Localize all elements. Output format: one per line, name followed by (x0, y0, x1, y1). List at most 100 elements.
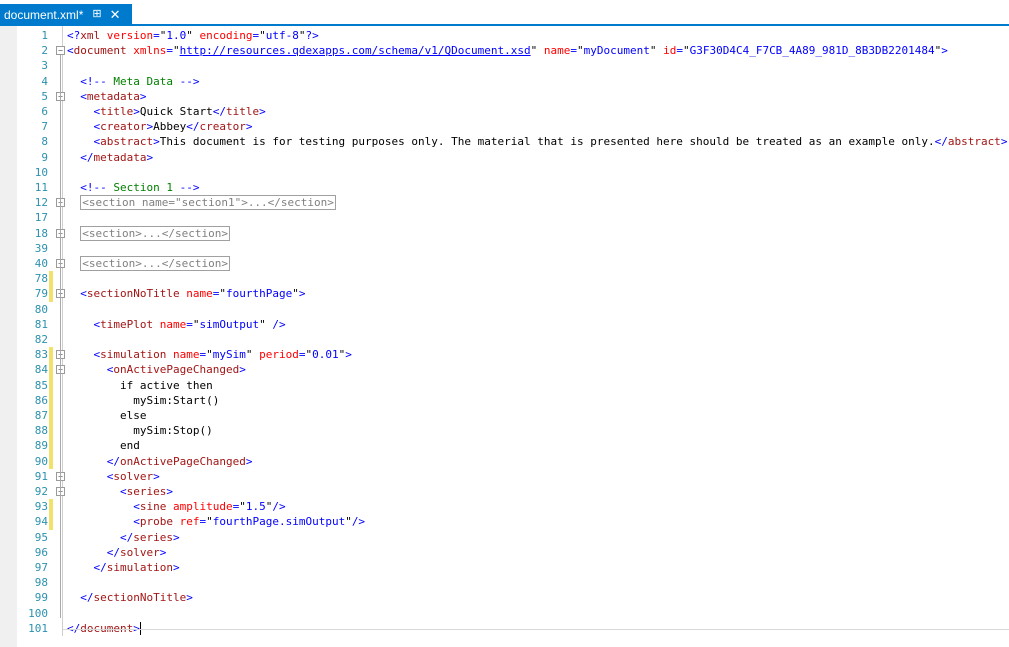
code-line[interactable]: 83− <simulation name="mySim" period="0.0… (0, 347, 1009, 363)
collapsed-region[interactable]: <section>...</section> (80, 225, 230, 241)
line-number: 39 (34, 241, 48, 255)
line-number: 85 (34, 378, 48, 392)
code-line[interactable]: 7 <creator>Abbey</creator> (0, 119, 1009, 134)
code-line[interactable]: 39 (0, 241, 1009, 256)
code-line[interactable]: 10 (0, 165, 1009, 180)
code-token: </ (186, 120, 200, 134)
code-token: metadata (86, 89, 140, 103)
code-token: > (298, 287, 306, 301)
collapsed-region[interactable]: <section name="section1">...</section> (80, 195, 336, 211)
code-token: /> (351, 515, 366, 529)
code-line[interactable]: 11 <!-- Section 1 --> (0, 180, 1009, 195)
line-number: 40 (34, 257, 48, 270)
code-line[interactable]: 94 <probe ref="fourthPage.simOutput"/> (0, 514, 1009, 530)
code-line[interactable]: 84− <onActivePageChanged> (0, 362, 1009, 378)
code-token: simulation (100, 348, 167, 362)
collapse-icon[interactable]: − (56, 46, 65, 56)
line-number: 1 (41, 29, 48, 42)
code-line[interactable]: 99 </sectionNoTitle> (0, 590, 1009, 605)
code-line[interactable]: 4 <!-- Meta Data --> (0, 74, 1009, 89)
change-marker (49, 453, 53, 469)
line-number: 79 (34, 287, 48, 301)
pin-icon[interactable]: ⊞ (92, 9, 101, 20)
code-line[interactable]: 12+ <section name="section1">...</sectio… (0, 195, 1009, 211)
code-line[interactable]: 81 <timePlot name="simOutput" /> (0, 317, 1009, 332)
code-token: abstract (947, 135, 1001, 149)
code-line[interactable]: 87 else (0, 408, 1009, 424)
code-token: " (186, 29, 193, 42)
code-line[interactable]: 1 <?xml version="1.0" encoding="utf-8"?> (0, 28, 1009, 43)
code-line[interactable]: 82 (0, 332, 1009, 347)
code-token: > (172, 530, 180, 544)
code-text: <metadata> (67, 89, 146, 104)
line-number: 17 (34, 211, 48, 225)
code-line[interactable]: 40+ <section>...</section> (0, 256, 1009, 271)
code-token: " (172, 44, 180, 58)
code-token: < (80, 89, 87, 103)
code-text: <sine amplitude="1.5"/> (67, 499, 285, 514)
code-text: <sectionNoTitle name="fourthPage"> (67, 286, 305, 301)
change-marker (49, 514, 53, 530)
code-line[interactable]: 85 if active then (0, 377, 1009, 393)
code-line[interactable]: 89 end (0, 438, 1009, 454)
code-token: 0.01 (312, 348, 339, 362)
code-text: <onActivePageChanged> (67, 362, 246, 377)
code-token: </ (80, 150, 94, 164)
code-line[interactable]: 9 </metadata> (0, 150, 1009, 165)
code-line[interactable]: 88 mySim:Stop() (0, 423, 1009, 439)
code-token: This document is for testing purposes on… (159, 135, 935, 149)
collapsed-region[interactable]: <section>...</section> (80, 256, 230, 271)
code-token: --> (179, 181, 200, 194)
line-number: 95 (34, 530, 48, 544)
code-token: encoding (192, 29, 253, 42)
line-number: 91 (34, 469, 48, 483)
code-token: probe (139, 515, 173, 529)
code-token: < (119, 485, 127, 498)
code-line[interactable]: 6 <title>Quick Start</title> (0, 104, 1009, 119)
code-token: > (153, 135, 160, 149)
code-line[interactable]: 80 (0, 302, 1009, 317)
code-line[interactable]: 2− <document xmlns="http://resources.qdex… (0, 43, 1009, 58)
code-line[interactable]: 86 mySim:Start() (0, 392, 1009, 408)
tab-document-xml[interactable]: document.xml* ⊞ ✕ (0, 4, 132, 25)
code-line[interactable]: 98 (0, 575, 1009, 590)
code-token: <? (67, 29, 81, 42)
code-line[interactable]: 96 </solver> (0, 545, 1009, 560)
code-token: sine (139, 500, 167, 514)
change-marker (49, 286, 53, 302)
line-number: 12 (34, 196, 48, 210)
code-line[interactable]: 91− <solver> (0, 469, 1009, 484)
code-line[interactable]: 100 (0, 606, 1009, 621)
code-text: </metadata> (67, 150, 153, 165)
code-line[interactable]: 18+ <section>...</section> (0, 225, 1009, 241)
code-line[interactable]: 93 <sine amplitude="1.5"/> (0, 499, 1009, 515)
code-token: > (159, 545, 167, 559)
line-number: 80 (34, 302, 48, 316)
code-editor[interactable]: 1 <?xml version="1.0" encoding="utf-8"?> 2… (0, 26, 1009, 647)
code-line[interactable]: 17 (0, 210, 1009, 225)
code-line[interactable]: 3 (0, 58, 1009, 73)
code-line[interactable]: 95 </series> (0, 530, 1009, 545)
code-line[interactable]: 8 <abstract>This document is for testing… (0, 134, 1009, 149)
change-marker (49, 423, 53, 439)
code-token: fourthPage.simOutput (212, 515, 346, 529)
code-line[interactable]: 90 </onActivePageChanged> (0, 453, 1009, 469)
line-number: 89 (34, 439, 48, 453)
line-number: 92 (34, 485, 48, 498)
code-line[interactable]: 79− <sectionNoTitle name="fourthPage"> (0, 286, 1009, 302)
line-number: 98 (34, 576, 48, 590)
code-token: ref (172, 515, 200, 529)
code-token: = (153, 29, 160, 42)
code-token: /> (265, 317, 286, 331)
code-text: </simulation> (67, 560, 180, 575)
close-icon[interactable]: ✕ (110, 8, 121, 21)
code-line[interactable]: 5− <metadata> (0, 89, 1009, 104)
code-line[interactable]: 92− <series> (0, 484, 1009, 499)
code-token: = (186, 317, 193, 331)
code-line[interactable]: 78 (0, 271, 1009, 287)
code-line[interactable]: 97 </simulation> (0, 560, 1009, 575)
